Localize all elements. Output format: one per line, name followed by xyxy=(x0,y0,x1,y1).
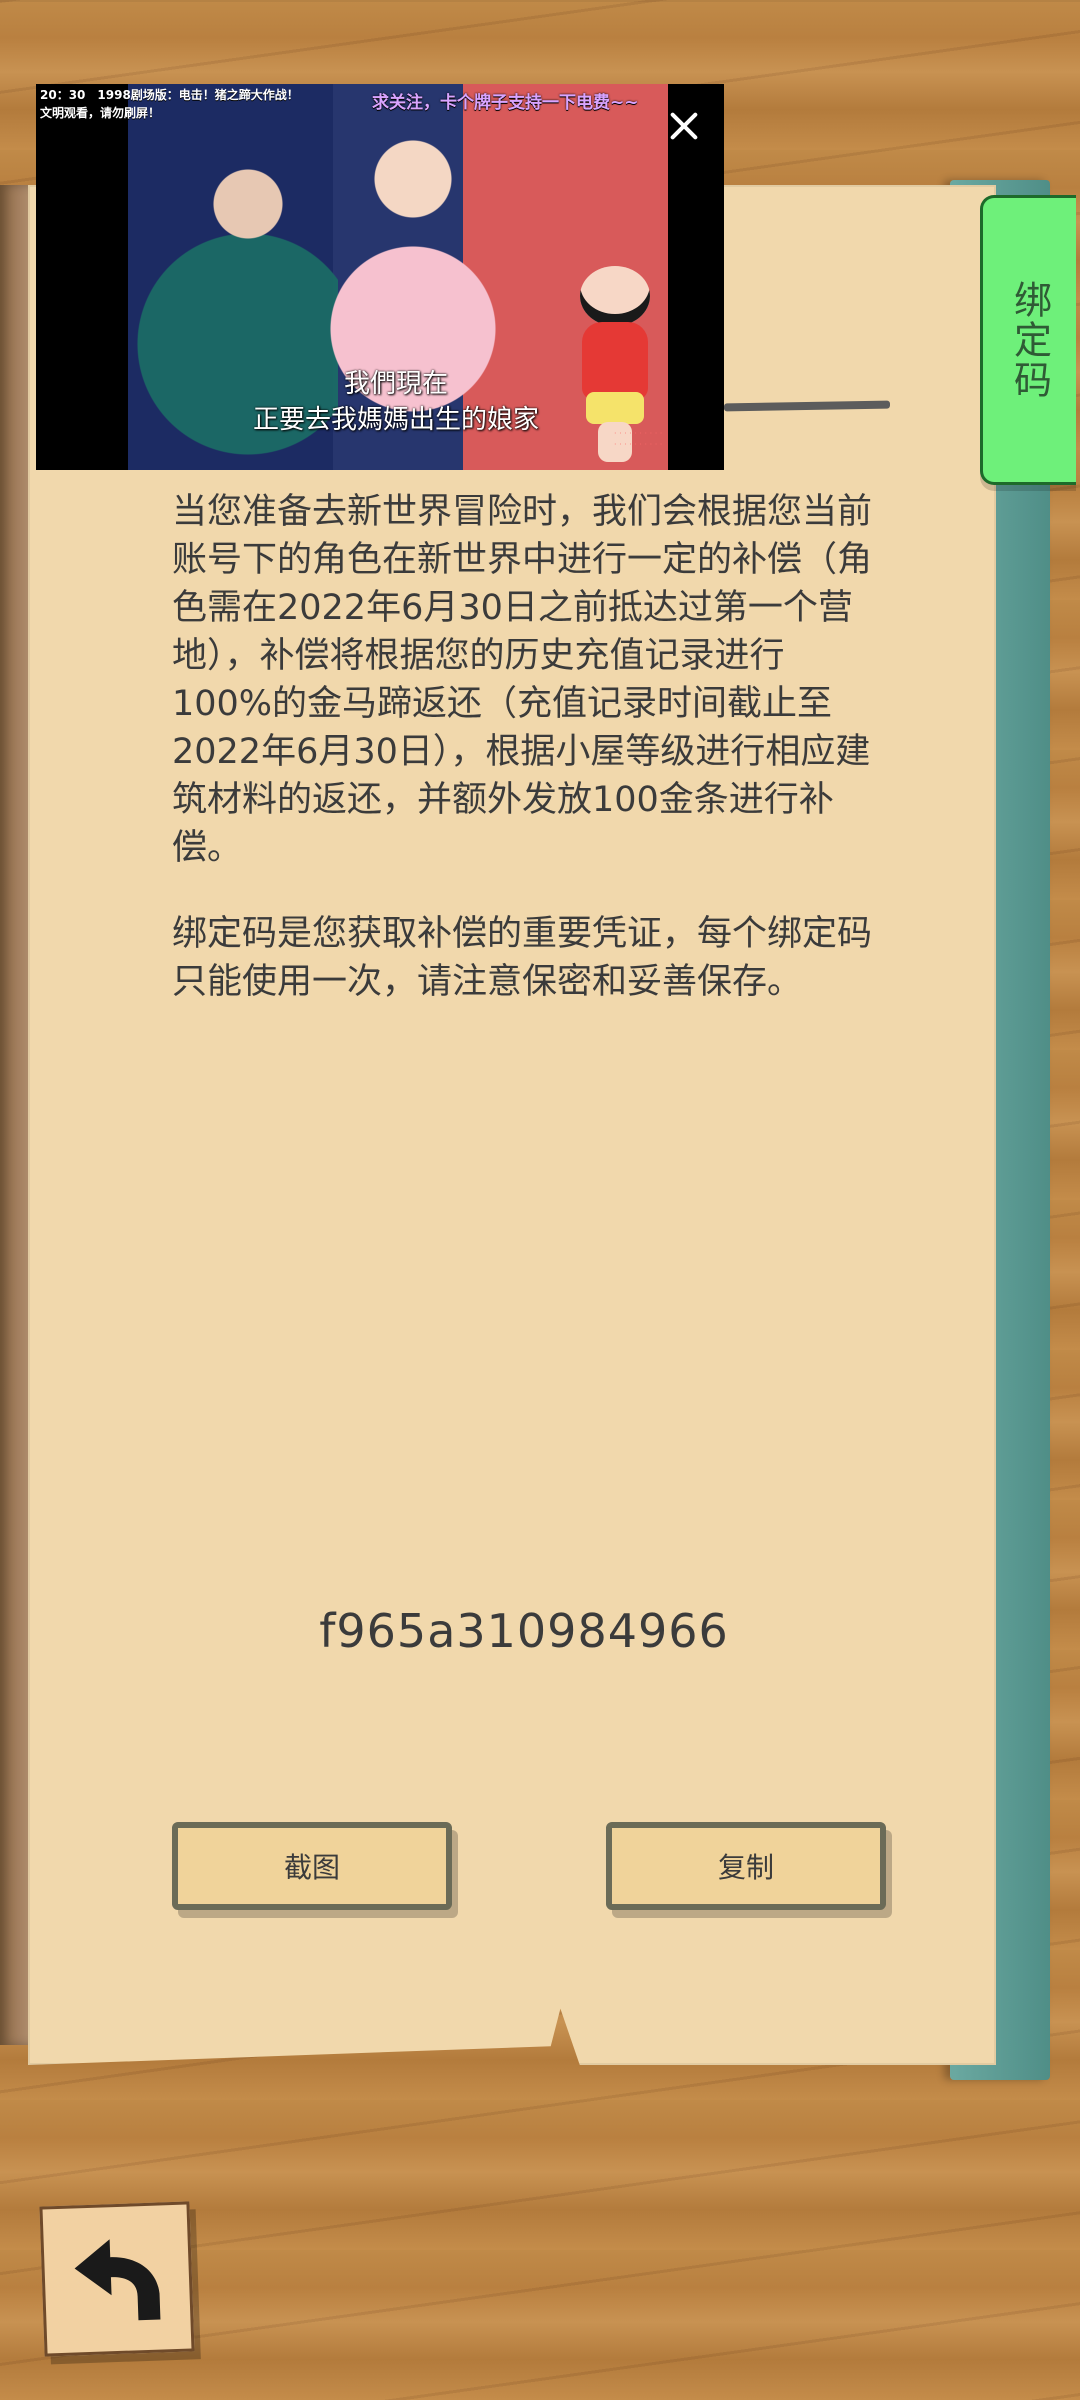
screenshot-button-label: 截图 xyxy=(283,1851,340,1884)
copy-button[interactable]: 复制 xyxy=(606,1822,886,1910)
copy-button-label: 复制 xyxy=(717,1851,774,1884)
video-overlay[interactable]: 20：30 1998剧场版：电击！猪之蹄大作战！ 文明观看，请勿刷屏！ 求关注，… xyxy=(36,84,724,470)
notice-content: 当您准备去新世界冒险时，我们会根据您当前账号下的角色在新世界中进行一定的补偿（角… xyxy=(172,488,882,1044)
close-icon[interactable] xyxy=(664,106,704,146)
screenshot-button[interactable]: 截图 xyxy=(172,1822,452,1910)
video-subtitle: 我們現在 正要去我媽媽出生的娘家 xyxy=(236,366,556,438)
video-banner-text: 求关注，卡个牌子支持一下电费~~ xyxy=(372,93,639,113)
back-arrow-icon xyxy=(74,2239,161,2321)
tab-binding-code-label: 绑定码 xyxy=(1007,280,1052,400)
video-title-text: 20：30 1998剧场版：电击！猪之蹄大作战！ 文明观看，请勿刷屏！ xyxy=(40,88,299,120)
notice-paragraph-2: 绑定码是您获取补偿的重要凭证，每个绑定码只能使用一次，请注意保密和妥善保存。 xyxy=(172,914,873,1002)
binding-code-value: f965a310984966 xyxy=(319,1604,729,1658)
video-subtitle-line-1: 我們現在 xyxy=(343,369,448,399)
video-watermark: · · · · · · · · · · · · · · · · · · · · xyxy=(614,429,663,449)
video-subtitle-line-2: 正要去我媽媽出生的娘家 xyxy=(252,405,539,435)
notice-paragraph-1: 当您准备去新世界冒险时，我们会根据您当前账号下的角色在新世界中进行一定的补偿（角… xyxy=(172,492,873,868)
back-button[interactable] xyxy=(39,2201,195,2357)
tab-binding-code[interactable]: 绑定码 xyxy=(980,195,1076,485)
